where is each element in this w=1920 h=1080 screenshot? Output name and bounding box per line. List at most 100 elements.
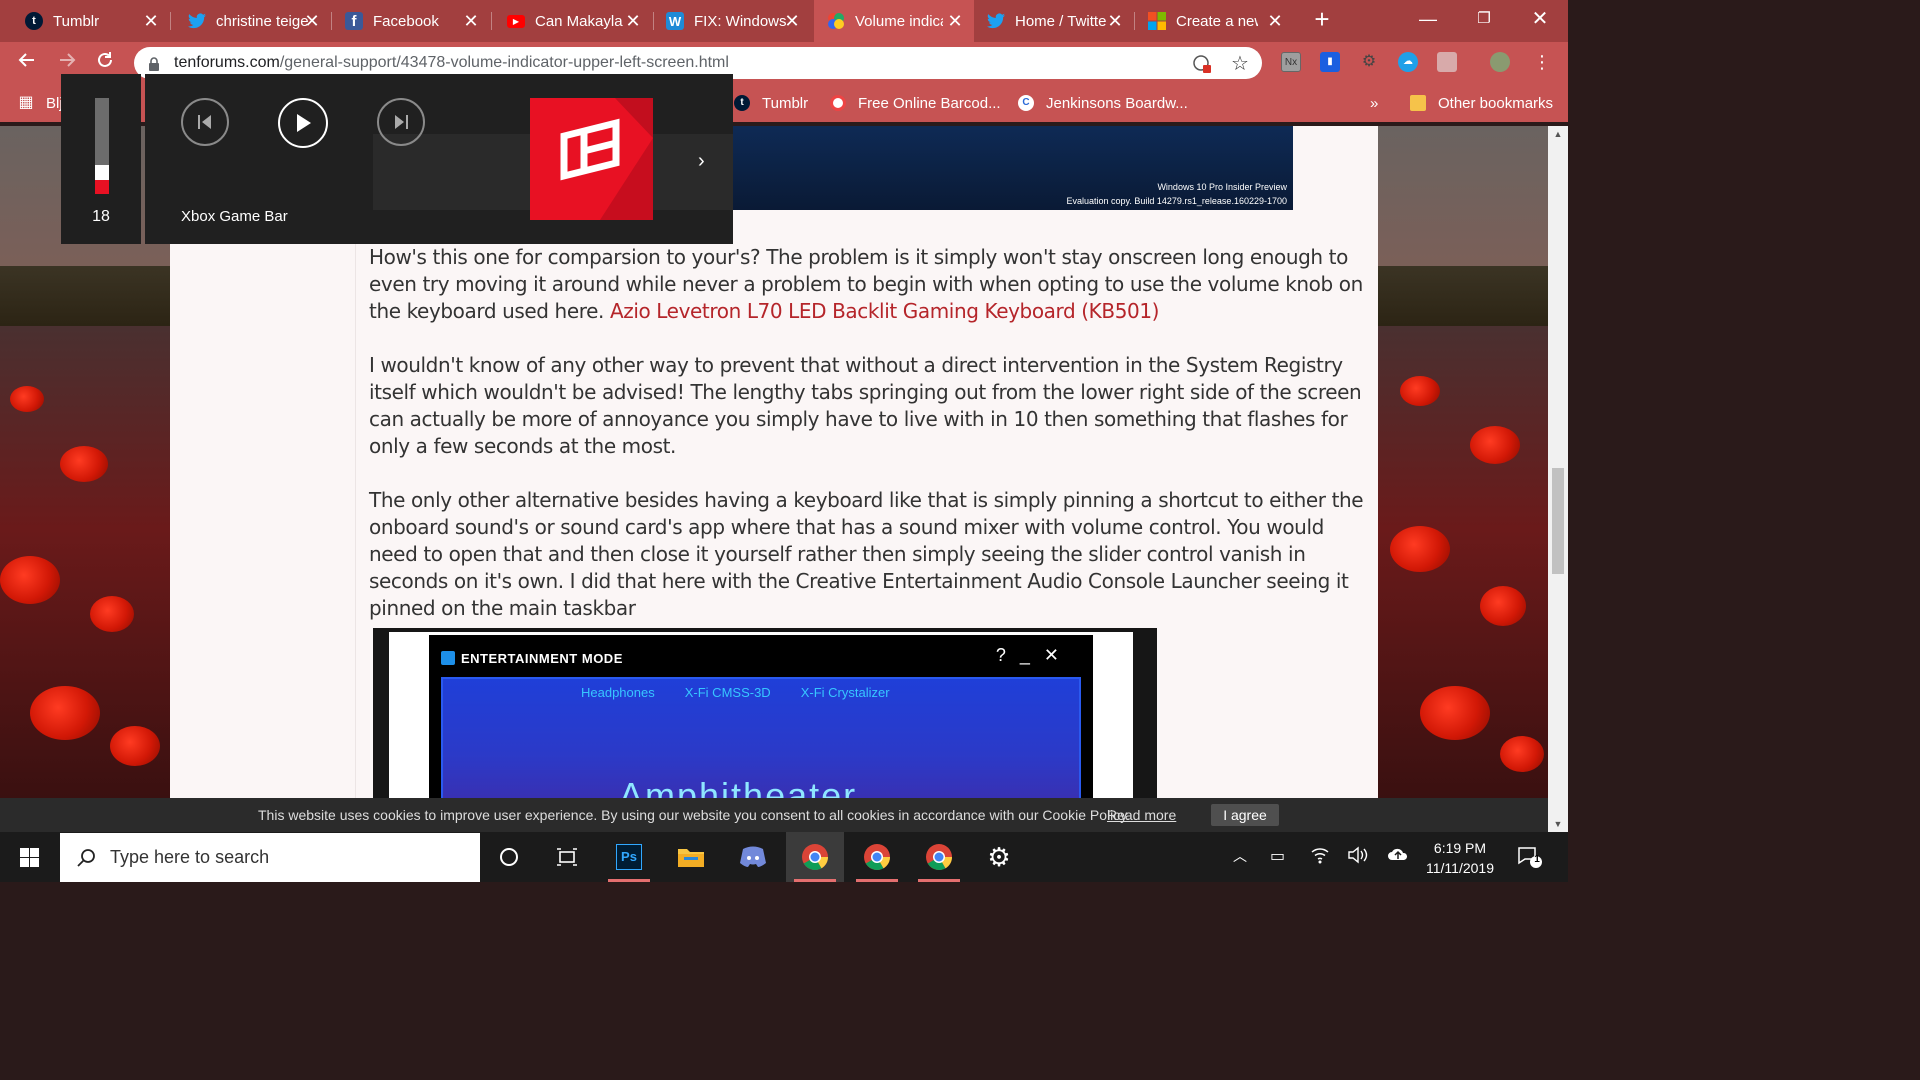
tumblr-icon: t [25, 12, 43, 30]
bookmarks-overflow-button[interactable]: » [1370, 84, 1378, 122]
close-tab-icon[interactable]: ✕ [142, 12, 160, 30]
volume-level: 18 [92, 208, 110, 225]
restore-button[interactable]: ❐ [1466, 4, 1502, 34]
read-more-link[interactable]: Read more [1107, 807, 1176, 823]
poppy-decoration [1470, 426, 1520, 464]
page-scrollbar[interactable]: ▲ ▼ [1548, 126, 1568, 832]
play-icon [297, 114, 311, 132]
photoshop-icon: Ps [616, 844, 642, 870]
discord-icon [740, 846, 766, 867]
volume-flyout: 18 [61, 74, 141, 244]
bookmark-tumblr[interactable]: t Tumblr [734, 84, 808, 122]
forward-button[interactable] [54, 50, 80, 76]
microsoft-icon [1148, 12, 1166, 30]
taskbar-photoshop[interactable]: Ps [600, 832, 658, 882]
tab-youtube[interactable]: ▶ Can Makayla ✕ [482, 0, 652, 42]
poppy-decoration [1480, 586, 1526, 626]
close-tab-icon[interactable]: ✕ [946, 12, 964, 30]
new-tab-button[interactable]: + [1310, 6, 1334, 32]
tab-tumblr[interactable]: t Tumblr ✕ [0, 0, 170, 42]
windows-logo-icon [20, 848, 39, 867]
album-art [530, 98, 653, 220]
tumblr-icon: t [734, 95, 750, 111]
cortana-icon [500, 848, 518, 866]
search-icon [77, 848, 95, 867]
cortana-button[interactable] [480, 832, 538, 882]
keyboard-link[interactable]: Azio Levetron L70 LED Backlit Gaming Key… [610, 299, 1160, 323]
next-track-button[interactable] [377, 98, 425, 146]
poppy-decoration [10, 386, 44, 412]
translate-icon[interactable] [1192, 54, 1212, 74]
taskbar-discord[interactable] [724, 832, 782, 882]
minimize-button[interactable]: — [1410, 4, 1446, 34]
post-paragraph-2: I wouldn't know of any other way to prev… [369, 353, 1362, 458]
play-button[interactable] [278, 98, 328, 148]
next-icon [395, 115, 408, 129]
chevron-right-icon[interactable]: › [698, 150, 705, 173]
scroll-down-icon[interactable]: ▼ [1548, 816, 1568, 832]
scroll-thumb[interactable] [1552, 468, 1564, 574]
cloud-extension-icon[interactable]: ☁ [1398, 52, 1418, 72]
taskbar-clock[interactable]: 6:19 PM 11/11/2019 [1410, 838, 1510, 878]
close-tab-icon[interactable]: ✕ [303, 12, 321, 30]
poppy-decoration [0, 556, 60, 604]
task-view-button[interactable] [538, 832, 596, 882]
youtube-icon: ▶ [507, 14, 525, 28]
other-bookmarks[interactable]: Other bookmarks [1410, 84, 1553, 122]
tab-fix-windows[interactable]: W FIX: Windows ✕ [641, 0, 811, 42]
close-tab-icon[interactable]: ✕ [1266, 12, 1284, 30]
bookmark-apps[interactable]: ▦ Blj [18, 84, 62, 122]
bookmark-jenkinsons[interactable]: C Jenkinsons Boardw... [1018, 84, 1188, 122]
taskbar-search-input[interactable]: Type here to search [60, 833, 480, 882]
scroll-up-icon[interactable]: ▲ [1548, 126, 1568, 142]
close-tab-icon[interactable]: ✕ [624, 12, 642, 30]
taskbar-file-explorer[interactable] [662, 832, 720, 882]
bookmark-barcode[interactable]: Free Online Barcod... [830, 84, 1001, 122]
reload-button[interactable] [92, 50, 118, 76]
close-tab-icon[interactable]: ✕ [462, 12, 480, 30]
post-paragraph-3: The only other alternative besides havin… [369, 488, 1364, 620]
onedrive-cloud-icon[interactable] [1387, 846, 1409, 869]
taskbar-chrome-3[interactable] [910, 832, 968, 882]
taskbar-settings[interactable]: ⚙ [970, 832, 1028, 882]
previous-track-button[interactable] [181, 98, 229, 146]
folder-icon [1410, 95, 1426, 111]
menu-kebab-icon[interactable]: ⋮ [1532, 52, 1552, 72]
show-hidden-icons-chevron-up-icon[interactable]: ︿ [1233, 846, 1247, 866]
bookmark-star-icon[interactable]: ☆ [1230, 54, 1250, 74]
tab-home-twitter[interactable]: Home / Twitter ✕ [974, 0, 1134, 42]
action-center-icon[interactable]: 1 [1516, 844, 1542, 875]
taskbar-chrome-active[interactable] [786, 832, 844, 882]
poppy-decoration [110, 726, 160, 766]
apps-icon: ▦ [18, 94, 34, 111]
battery-icon[interactable]: ▭ [1270, 846, 1285, 866]
start-button[interactable] [0, 832, 58, 882]
grey-extension-icon[interactable] [1437, 52, 1457, 72]
volume-slider-thumb[interactable] [95, 165, 109, 180]
back-button[interactable] [14, 50, 40, 76]
agree-button[interactable]: I agree [1211, 804, 1279, 826]
close-window-button[interactable]: ✕ [1522, 4, 1558, 34]
taskbar-chrome-2[interactable] [848, 832, 906, 882]
gear-icon: ⚙ [987, 841, 1011, 872]
gear-extension-icon[interactable]: ⚙ [1359, 52, 1379, 72]
tab-christine[interactable]: christine teigen ✕ [163, 0, 331, 42]
blue-extension-icon[interactable]: ▮ [1320, 52, 1340, 72]
chrome-icon [926, 844, 953, 871]
media-source-label: Xbox Game Bar [181, 208, 288, 225]
avatar[interactable] [1490, 52, 1510, 72]
close-tab-icon[interactable]: ✕ [1106, 12, 1124, 30]
tab-strip: t Tumblr ✕ christine teigen ✕ f Facebook… [0, 0, 1568, 42]
poppy-decoration [60, 446, 108, 482]
tab-facebook[interactable]: f Facebook ✕ [320, 0, 490, 42]
nx-extension-icon[interactable]: Nx [1281, 52, 1301, 72]
poppy-decoration [1400, 376, 1440, 406]
close-tab-icon[interactable]: ✕ [783, 12, 801, 30]
tab-create-new[interactable]: Create a new ✕ [1134, 0, 1294, 42]
tab-volume-indicator[interactable]: Volume indicator ✕ [814, 0, 974, 42]
speaker-icon[interactable] [1347, 846, 1369, 869]
lock-icon[interactable] [148, 57, 160, 71]
wifi-icon[interactable] [1310, 846, 1330, 869]
poppy-decoration [1390, 526, 1450, 572]
poppy-decoration [90, 596, 134, 632]
